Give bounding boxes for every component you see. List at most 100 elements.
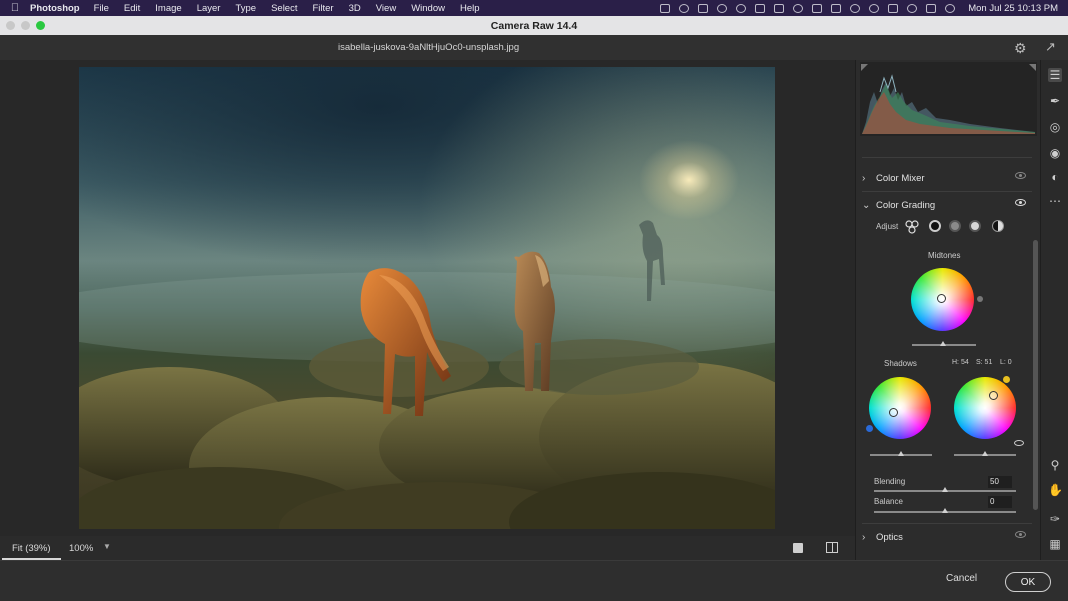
photo-illustration bbox=[79, 220, 775, 529]
spotlight-search-icon[interactable] bbox=[907, 3, 918, 13]
presets-icon[interactable]: ◐ bbox=[1048, 170, 1062, 184]
menu-help[interactable]: Help bbox=[460, 3, 480, 14]
menubar-clock[interactable]: Mon Jul 25 10:13 PM bbox=[968, 3, 1058, 14]
section-color-grading[interactable]: ⌄ Color Grading bbox=[862, 194, 1032, 216]
global-mode-icon[interactable] bbox=[992, 220, 1004, 232]
color-grading-label: Color Grading bbox=[876, 199, 936, 211]
midtones-color-wheel[interactable] bbox=[911, 268, 974, 331]
single-view-icon[interactable] bbox=[793, 543, 803, 553]
menu-view[interactable]: View bbox=[376, 3, 396, 14]
chevron-right-icon[interactable]: › bbox=[862, 532, 876, 543]
dialog-footer: Cancel OK bbox=[0, 560, 1068, 601]
before-after-icon[interactable] bbox=[826, 542, 838, 553]
midtones-wheel-handle[interactable] bbox=[937, 294, 946, 303]
highlights-luminance-slider[interactable] bbox=[954, 451, 1016, 456]
airplay-icon[interactable] bbox=[755, 3, 766, 13]
shadows-mode-icon[interactable] bbox=[929, 220, 941, 232]
shadows-wheel-handle[interactable] bbox=[889, 408, 898, 417]
gear-icon[interactable]: ⚙ bbox=[1014, 40, 1027, 57]
histogram-graph bbox=[862, 74, 1035, 134]
highlights-color-wheel[interactable] bbox=[954, 377, 1016, 439]
file-name: isabella-juskova-9aNltHjuOc0-unsplash.jp… bbox=[338, 42, 520, 53]
menu-3d[interactable]: 3D bbox=[349, 3, 361, 14]
control-center-icon[interactable] bbox=[926, 3, 937, 13]
slider-thumb[interactable] bbox=[940, 341, 946, 346]
close-window-button[interactable] bbox=[6, 21, 15, 30]
dropbox-icon[interactable] bbox=[698, 3, 709, 13]
menu-edit[interactable]: Edit bbox=[124, 3, 140, 14]
minimize-window-button[interactable] bbox=[21, 21, 30, 30]
siri-icon[interactable] bbox=[945, 3, 956, 13]
saturation-readout: S: 51 bbox=[976, 359, 993, 366]
zoom-window-button[interactable] bbox=[36, 21, 45, 30]
balance-value-field[interactable]: 0 bbox=[988, 496, 1012, 508]
menu-file[interactable]: File bbox=[94, 3, 109, 14]
shadows-color-wheel[interactable] bbox=[869, 377, 931, 439]
shadow-clipping-icon[interactable] bbox=[861, 64, 868, 71]
blending-slider[interactable] bbox=[874, 487, 1016, 492]
bookmark-icon[interactable] bbox=[774, 3, 785, 13]
globe-icon[interactable] bbox=[869, 3, 880, 13]
chevron-right-icon[interactable]: › bbox=[862, 173, 876, 184]
healing-brush-icon[interactable]: ✒ bbox=[1048, 94, 1062, 108]
zoom-tool-icon[interactable]: ⚲ bbox=[1048, 458, 1062, 472]
apple-menu-icon[interactable]:  bbox=[0, 2, 30, 14]
highlight-clipping-icon[interactable] bbox=[1029, 64, 1036, 71]
menu-select[interactable]: Select bbox=[271, 3, 297, 14]
sampler-tool-icon[interactable]: ✑ bbox=[1048, 512, 1062, 526]
eye-icon[interactable] bbox=[1015, 531, 1026, 538]
midtones-saturation-dot[interactable] bbox=[977, 296, 983, 302]
balance-slider[interactable] bbox=[874, 508, 1016, 513]
cancel-button[interactable]: Cancel bbox=[946, 573, 977, 584]
highlights-wheel-handle[interactable] bbox=[989, 391, 998, 400]
slider-thumb[interactable] bbox=[982, 451, 988, 456]
menu-image[interactable]: Image bbox=[155, 3, 181, 14]
keyboard-icon[interactable] bbox=[888, 3, 899, 13]
masking-icon[interactable]: ◎ bbox=[1048, 120, 1062, 134]
fullscreen-toggle-icon[interactable]: ↗ bbox=[1045, 39, 1056, 55]
bluetooth-icon[interactable] bbox=[831, 3, 842, 13]
slider-thumb[interactable] bbox=[898, 451, 904, 456]
edit-sliders-icon[interactable]: ☰ bbox=[1048, 68, 1062, 82]
highlights-mode-icon[interactable] bbox=[969, 220, 981, 232]
fit-zoom-button[interactable]: Fit (39%) bbox=[2, 536, 61, 560]
creative-cloud-icon[interactable] bbox=[679, 3, 690, 13]
wifi-icon[interactable] bbox=[850, 3, 861, 13]
chevron-down-icon[interactable]: ⌄ bbox=[862, 200, 876, 211]
highlights-saturation-dot[interactable] bbox=[1003, 376, 1010, 383]
zoom-level[interactable]: 100% bbox=[69, 543, 93, 554]
red-eye-icon[interactable]: ◉ bbox=[1048, 146, 1062, 160]
shadows-saturation-dot[interactable] bbox=[866, 425, 873, 432]
hand-tool-icon[interactable]: ✋ bbox=[1048, 483, 1063, 497]
window-titlebar: Camera Raw 14.4 bbox=[0, 16, 1068, 35]
ok-button[interactable]: OK bbox=[1005, 572, 1051, 592]
panel-scrollbar[interactable] bbox=[1033, 240, 1038, 510]
slider-thumb[interactable] bbox=[942, 508, 948, 513]
midtones-mode-icon[interactable] bbox=[949, 220, 961, 232]
slider-thumb[interactable] bbox=[942, 487, 948, 492]
image-canvas[interactable] bbox=[0, 60, 855, 536]
eye-icon[interactable] bbox=[1015, 199, 1026, 206]
vpn-icon[interactable] bbox=[717, 3, 728, 13]
eye-icon[interactable] bbox=[1015, 172, 1026, 179]
chevron-down-icon[interactable]: ▼ bbox=[103, 542, 111, 551]
eye-icon[interactable] bbox=[1014, 440, 1024, 446]
grid-overlay-icon[interactable]: ▦ bbox=[1048, 537, 1062, 551]
midtones-luminance-slider[interactable] bbox=[912, 341, 976, 346]
shadows-luminance-slider[interactable] bbox=[870, 451, 932, 456]
blending-value-field[interactable]: 50 bbox=[988, 476, 1012, 488]
grid-app-icon[interactable] bbox=[812, 3, 823, 13]
sync-icon[interactable] bbox=[736, 3, 747, 13]
menu-window[interactable]: Window bbox=[411, 3, 445, 14]
three-way-icon[interactable] bbox=[905, 220, 919, 234]
section-optics[interactable]: › Optics bbox=[862, 526, 1032, 548]
more-options-icon[interactable]: ⋯ bbox=[1048, 194, 1062, 208]
app-menu-photoshop[interactable]: Photoshop bbox=[30, 3, 80, 14]
menu-filter[interactable]: Filter bbox=[312, 3, 333, 14]
photo-preview bbox=[79, 67, 775, 529]
screen-record-icon[interactable] bbox=[660, 3, 671, 13]
radar-icon[interactable] bbox=[793, 3, 804, 13]
section-color-mixer[interactable]: › Color Mixer bbox=[862, 167, 1032, 189]
menu-layer[interactable]: Layer bbox=[197, 3, 221, 14]
menu-type[interactable]: Type bbox=[235, 3, 256, 14]
